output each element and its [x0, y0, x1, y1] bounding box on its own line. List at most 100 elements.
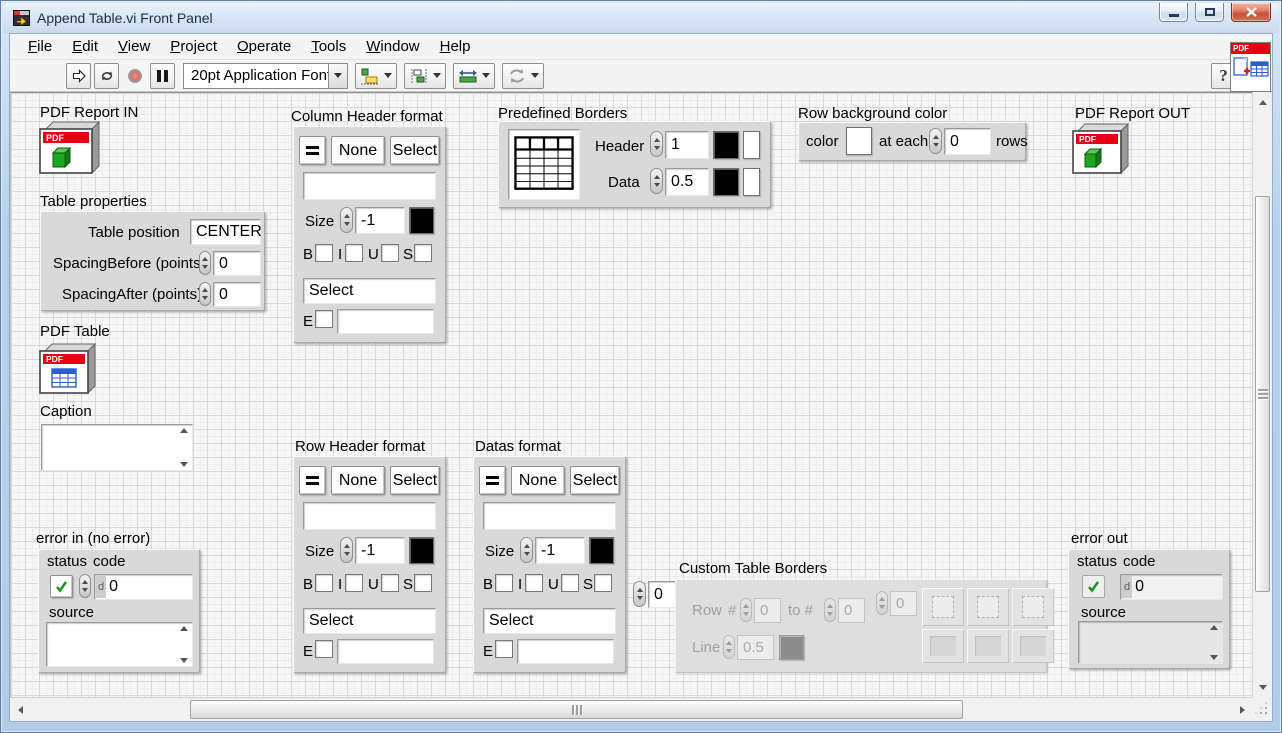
align-objects-button[interactable]	[355, 63, 397, 89]
error-status-checkbox[interactable]	[50, 575, 73, 598]
scroll-up-button[interactable]	[1253, 92, 1273, 112]
resize-objects-button[interactable]	[453, 63, 495, 89]
row-to-field[interactable]: 0	[838, 598, 865, 623]
border-checkbox[interactable]	[1022, 596, 1044, 618]
strikeout-checkbox[interactable]	[414, 244, 432, 262]
error-code-field[interactable]: d 0	[94, 574, 193, 600]
effects-field[interactable]	[337, 309, 434, 334]
rows-count-field[interactable]: 0	[944, 128, 991, 155]
caption-field[interactable]	[41, 424, 193, 471]
size-spinner[interactable]	[520, 537, 533, 563]
text-align-button[interactable]	[299, 136, 326, 165]
table-position-field[interactable]: CENTER	[190, 219, 261, 245]
vi-icon[interactable]: PDF	[1230, 42, 1271, 92]
pdf-report-out-control[interactable]: PDF	[1071, 121, 1131, 180]
header-fill-color-box[interactable]	[743, 131, 760, 159]
font-name-field[interactable]	[303, 172, 436, 200]
border-index-field[interactable]: 0	[648, 581, 676, 608]
font-none-button[interactable]: None	[511, 466, 565, 495]
menu-item-help[interactable]: Help	[430, 35, 481, 58]
effects-field[interactable]	[337, 639, 434, 664]
line-width-field[interactable]: 0.5	[737, 635, 774, 660]
rows-count-spinner[interactable]	[929, 128, 942, 154]
horizontal-scrollbar[interactable]	[10, 697, 1252, 721]
pdf-table-control[interactable]: PDF	[38, 341, 98, 400]
size-field[interactable]: -1	[535, 537, 585, 564]
spacing-before-spinner[interactable]	[199, 251, 211, 275]
pause-button[interactable]	[150, 63, 175, 89]
data-line-color-box[interactable]	[713, 168, 739, 196]
font-none-button[interactable]: None	[331, 136, 385, 165]
resize-grip[interactable]	[1252, 697, 1272, 721]
size-spinner[interactable]	[340, 207, 353, 233]
horizontal-scrollbar-thumb[interactable]	[190, 700, 963, 719]
header-width-spinner[interactable]	[650, 131, 663, 157]
row-to-spinner[interactable]	[824, 598, 836, 622]
italic-checkbox[interactable]	[345, 244, 363, 262]
font-select-button[interactable]: Select	[390, 136, 440, 165]
menu-item-window[interactable]: Window	[356, 35, 429, 58]
border-checkbox[interactable]	[932, 596, 954, 618]
size-field[interactable]: -1	[355, 207, 405, 234]
spacing-after-spinner[interactable]	[199, 282, 211, 306]
abort-button[interactable]	[122, 63, 147, 89]
font-select-field[interactable]: Select	[303, 278, 436, 304]
size-field[interactable]: -1	[355, 537, 405, 564]
source-scroll-arrows[interactable]	[180, 626, 188, 663]
close-button[interactable]	[1231, 3, 1271, 22]
data-fill-color-box[interactable]	[743, 168, 760, 196]
column-field[interactable]: 0	[890, 591, 917, 616]
header-line-color-box[interactable]	[713, 131, 739, 159]
column-spinner[interactable]	[876, 591, 888, 615]
font-selector[interactable]: 20pt Application Font	[183, 63, 348, 89]
font-name-field[interactable]	[303, 502, 436, 530]
minimize-button[interactable]	[1159, 3, 1188, 22]
font-color-box[interactable]	[409, 537, 434, 564]
font-none-button[interactable]: None	[331, 466, 385, 495]
distribute-objects-button[interactable]	[404, 63, 446, 89]
menu-item-project[interactable]: Project	[160, 35, 227, 58]
row-from-field[interactable]: 0	[754, 598, 781, 623]
italic-checkbox[interactable]	[345, 574, 363, 592]
spacing-after-field[interactable]: 0	[213, 282, 261, 307]
effects-checkbox[interactable]	[495, 640, 513, 658]
line-color-box[interactable]	[779, 635, 804, 660]
reorder-button[interactable]	[502, 63, 544, 89]
italic-checkbox[interactable]	[525, 574, 543, 592]
font-selector-dropdown-button[interactable]	[328, 64, 347, 88]
underline-checkbox[interactable]	[381, 244, 399, 262]
row-color-box[interactable]	[846, 127, 872, 155]
menu-item-tools[interactable]: Tools	[301, 35, 356, 58]
data-width-spinner[interactable]	[650, 168, 663, 194]
data-width-field[interactable]: 0.5	[665, 168, 709, 196]
spacing-before-field[interactable]: 0	[213, 251, 261, 276]
titlebar[interactable]: Append Table.vi Front Panel	[3, 3, 1279, 33]
effects-field[interactable]	[517, 639, 614, 664]
strikeout-checkbox[interactable]	[594, 574, 612, 592]
run-button[interactable]	[66, 63, 91, 89]
text-align-button[interactable]	[479, 466, 506, 495]
source-scroll-arrows[interactable]	[1210, 625, 1218, 660]
menu-item-file[interactable]: File	[18, 35, 62, 58]
font-color-box[interactable]	[409, 207, 434, 234]
size-spinner[interactable]	[340, 537, 353, 563]
font-select-button[interactable]: Select	[390, 466, 440, 495]
font-name-field[interactable]	[483, 502, 616, 530]
bold-checkbox[interactable]	[315, 244, 333, 262]
row-from-spinner[interactable]	[740, 598, 752, 622]
menu-item-view[interactable]: View	[108, 35, 160, 58]
font-select-field[interactable]: Select	[303, 608, 436, 634]
bold-checkbox[interactable]	[315, 574, 333, 592]
effects-checkbox[interactable]	[315, 310, 333, 328]
menu-item-edit[interactable]: Edit	[62, 35, 108, 58]
underline-checkbox[interactable]	[561, 574, 579, 592]
line-width-spinner[interactable]	[723, 635, 735, 659]
border-checkbox[interactable]	[977, 596, 999, 618]
scroll-left-button[interactable]	[10, 698, 30, 722]
error-source-field[interactable]	[46, 622, 193, 667]
strikeout-checkbox[interactable]	[414, 574, 432, 592]
caption-scroll-arrows[interactable]	[180, 428, 188, 467]
error-code-spinner[interactable]	[79, 574, 91, 598]
vertical-scrollbar-thumb[interactable]	[1255, 196, 1270, 592]
scroll-right-button[interactable]	[1232, 698, 1252, 722]
